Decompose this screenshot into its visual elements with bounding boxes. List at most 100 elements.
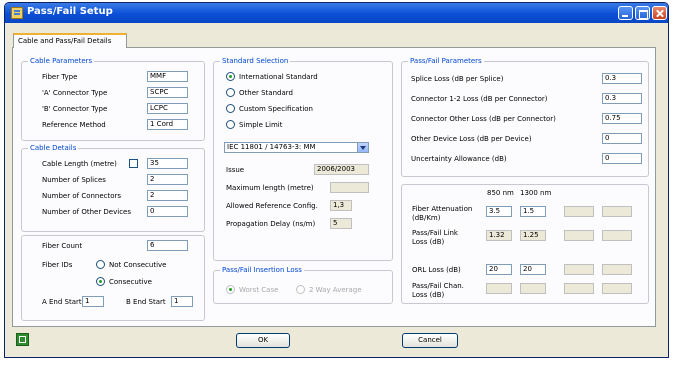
orl-loss-1300-field[interactable]: 20 <box>520 264 546 275</box>
tab-cable-pass-fail-details[interactable]: Cable and Pass/Fail Details <box>13 33 127 48</box>
b-end-start-label: B End Start <box>126 298 166 306</box>
col-1300nm-header: 1300 nm <box>520 189 552 197</box>
connector-other-loss-field[interactable]: 0.75 <box>602 113 642 124</box>
standard-selection-title: Standard Selection <box>220 57 291 66</box>
custom-specification-radio[interactable] <box>226 104 235 113</box>
b-connector-field[interactable]: LCPC <box>147 103 188 114</box>
prop-delay-label: Propagation Delay (ns/m) <box>226 220 316 228</box>
simple-limit-radio[interactable] <box>226 120 235 129</box>
worst-case-label: Worst Case <box>239 286 279 294</box>
other-standard-label: Other Standard <box>239 89 293 97</box>
allowed-ref-config-field[interactable]: 1,3 <box>330 200 352 211</box>
ok-button[interactable]: OK <box>236 333 290 348</box>
fiber-ids-group: Fiber Count 6 Fiber IDs Not Consecutive … <box>21 235 205 321</box>
num-other-devices-field[interactable]: 0 <box>147 206 188 217</box>
max-length-field[interactable] <box>330 182 369 193</box>
custom-specification-label: Custom Specification <box>239 105 313 113</box>
reference-method-field[interactable]: 1 Cord <box>147 119 188 130</box>
standard-selection-group: Standard Selection International Standar… <box>213 57 393 261</box>
standard-dropdown[interactable]: IEC 11801 / 14763-3: MM <box>224 142 369 153</box>
fiber-type-field[interactable]: MMF <box>147 71 188 82</box>
pass-fail-parameters-group: Pass/Fail Parameters Splice Loss (dB per… <box>401 57 649 177</box>
window-title: Pass/Fail Setup <box>27 6 113 17</box>
title-bar[interactable]: Pass/Fail Setup <box>5 3 668 23</box>
issue-field[interactable]: 2006/2003 <box>314 164 369 175</box>
cable-length-checkbox[interactable] <box>129 159 138 168</box>
simple-limit-label: Simple Limit <box>239 121 283 129</box>
insertion-loss-title: Pass/Fail Insertion Loss <box>220 266 304 275</box>
fiber-atten-unit: (dB/Km) <box>412 214 441 222</box>
app-icon <box>11 7 23 19</box>
fiber-ids-label: Fiber IDs <box>42 261 73 269</box>
cable-parameters-title: Cable Parameters <box>28 57 95 66</box>
a-end-start-field[interactable]: 1 <box>82 296 104 307</box>
export-icon[interactable] <box>16 333 29 346</box>
cancel-button[interactable]: Cancel <box>402 333 458 348</box>
chan-loss-1300-field[interactable] <box>520 283 546 294</box>
link-loss-extra1-field[interactable] <box>564 230 594 241</box>
fiber-count-field[interactable]: 6 <box>147 240 188 251</box>
fiber-atten-extra2-field[interactable] <box>602 206 632 217</box>
num-other-devices-label: Number of Other Devices <box>42 208 132 216</box>
other-standard-radio[interactable] <box>226 88 235 97</box>
cable-length-field[interactable]: 35 <box>147 158 188 169</box>
chan-loss-850-field[interactable] <box>486 283 512 294</box>
pass-fail-parameters-title: Pass/Fail Parameters <box>408 57 484 66</box>
close-button[interactable] <box>652 6 667 20</box>
uncertainty-field[interactable]: 0 <box>602 153 642 164</box>
chan-loss-label: Pass/Fail Chan. <box>412 282 464 290</box>
consecutive-label: Consecutive <box>109 278 152 286</box>
standard-dropdown-value: IEC 11801 / 14763-3: MM <box>227 143 316 151</box>
splice-loss-field[interactable]: 0.3 <box>602 73 642 84</box>
other-device-loss-field[interactable]: 0 <box>602 133 642 144</box>
fiber-atten-extra1-field[interactable] <box>564 206 594 217</box>
international-standard-label: International Standard <box>239 73 318 81</box>
fiber-atten-1300-field[interactable]: 1.5 <box>520 206 546 217</box>
uncertainty-label: Uncertainty Allowance (dB) <box>411 155 507 163</box>
num-splices-label: Number of Splices <box>42 176 106 184</box>
wavelength-group: 850 nm 1300 nm Fiber Attenuation (dB/Km)… <box>401 184 649 304</box>
prop-delay-field[interactable]: 5 <box>330 218 352 229</box>
a-connector-label: 'A' Connector Type <box>42 89 108 97</box>
connector-loss-label: Connector 1-2 Loss (dB per Connector) <box>411 95 548 103</box>
maximize-button[interactable] <box>635 6 650 20</box>
allowed-ref-config-label: Allowed Reference Config. <box>226 202 318 210</box>
orl-loss-extra2-field[interactable] <box>602 264 632 275</box>
reference-method-label: Reference Method <box>42 121 106 129</box>
orl-loss-label: ORL Loss (dB) <box>412 266 461 274</box>
insertion-loss-group: Pass/Fail Insertion Loss Worst Case 2 Wa… <box>213 266 393 304</box>
fiber-count-label: Fiber Count <box>42 242 83 250</box>
a-connector-field[interactable]: SCPC <box>147 87 188 98</box>
other-device-loss-label: Other Device Loss (dB per Device) <box>411 135 532 143</box>
two-way-average-radio[interactable] <box>296 285 305 294</box>
cable-parameters-group: Cable Parameters Fiber Type MMF 'A' Conn… <box>21 57 205 141</box>
not-consecutive-label: Not Consecutive <box>109 261 167 269</box>
col-850nm-header: 850 nm <box>487 189 514 197</box>
chevron-down-icon[interactable] <box>357 143 368 152</box>
num-connectors-field[interactable]: 2 <box>147 190 188 201</box>
orl-loss-850-field[interactable]: 20 <box>486 264 512 275</box>
link-loss-1300-field[interactable]: 1.25 <box>520 230 546 241</box>
num-splices-field[interactable]: 2 <box>147 174 188 185</box>
international-standard-radio[interactable] <box>226 72 235 81</box>
cable-details-title: Cable Details <box>28 144 79 153</box>
orl-loss-extra1-field[interactable] <box>564 264 594 275</box>
cable-length-label: Cable Length (metre) <box>42 160 117 168</box>
consecutive-radio[interactable] <box>96 277 105 286</box>
cable-details-group: Cable Details Cable Length (metre) 35 Nu… <box>21 144 205 232</box>
link-loss-extra2-field[interactable] <box>602 230 632 241</box>
a-end-start-label: A End Start <box>42 298 82 306</box>
chan-loss-extra1-field[interactable] <box>564 283 594 294</box>
chan-loss-unit: Loss (dB) <box>412 291 445 299</box>
connector-loss-field[interactable]: 0.3 <box>602 93 642 104</box>
chan-loss-extra2-field[interactable] <box>602 283 632 294</box>
link-loss-850-field[interactable]: 1.32 <box>486 230 512 241</box>
issue-label: Issue <box>226 166 245 174</box>
num-connectors-label: Number of Connectors <box>42 192 122 200</box>
b-end-start-field[interactable]: 1 <box>171 296 193 307</box>
minimize-button[interactable] <box>618 6 633 20</box>
worst-case-radio[interactable] <box>226 285 235 294</box>
not-consecutive-radio[interactable] <box>96 260 105 269</box>
two-way-average-label: 2 Way Average <box>309 286 362 294</box>
fiber-atten-850-field[interactable]: 3.5 <box>486 206 512 217</box>
